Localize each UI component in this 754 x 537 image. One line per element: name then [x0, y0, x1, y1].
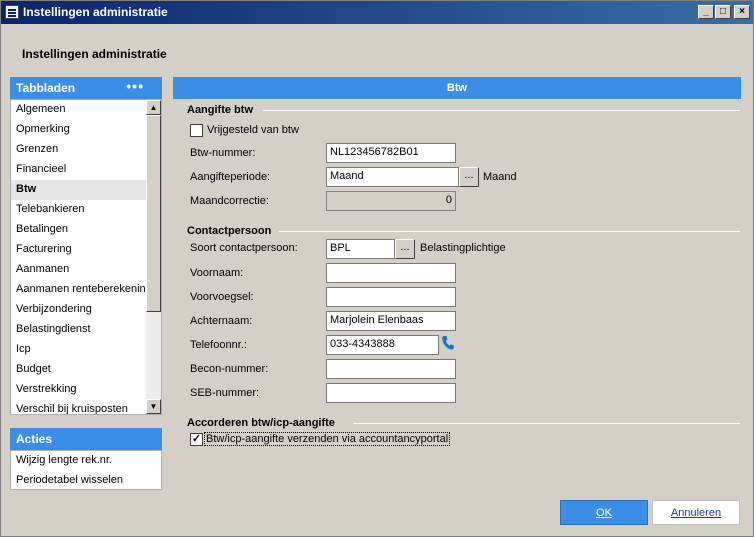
aangifte-divider	[263, 110, 740, 111]
voornaam-input[interactable]	[326, 263, 456, 283]
scroll-down-icon[interactable]: ▼	[146, 399, 161, 414]
settings-window: Instellingen administratie _ □ × Instell…	[0, 0, 754, 537]
aangifteperiode-input[interactable]: Maand	[326, 167, 459, 187]
contact-section-title: Contactpersoon	[187, 225, 272, 237]
tab-verbijzondering[interactable]: Verbijzondering	[11, 300, 147, 320]
contact-divider	[279, 231, 740, 232]
maandcorrectie-value: 0	[326, 191, 456, 211]
tab-verstrekking[interactable]: Verstrekking	[11, 380, 147, 400]
tab-list-scrollbar[interactable]: ▲ ▼	[146, 100, 161, 414]
tabs-panel-title: Tabbladen	[16, 81, 76, 95]
aangifteperiode-description: Maand	[483, 171, 517, 183]
vrijgesteld-checkbox[interactable]	[190, 124, 203, 137]
maandcorrectie-label: Maandcorrectie:	[190, 195, 269, 207]
ok-button[interactable]: OK	[560, 500, 648, 525]
minimize-button[interactable]: _	[698, 5, 714, 19]
tab-algemeen[interactable]: Algemeen	[11, 100, 147, 120]
achternaam-label: Achternaam:	[190, 315, 253, 327]
becon-input[interactable]	[326, 359, 456, 379]
tab-grenzen[interactable]: Grenzen	[11, 140, 147, 160]
tab-verschil-bij-kruisposten[interactable]: Verschil bij kruisposten	[11, 400, 147, 414]
tab-facturering[interactable]: Facturering	[11, 240, 147, 260]
scroll-thumb[interactable]	[146, 115, 161, 312]
soort-contactpersoon-label: Soort contactpersoon:	[190, 242, 298, 254]
seb-label: SEB-nummer:	[190, 387, 260, 399]
tab-opmerking[interactable]: Opmerking	[11, 120, 147, 140]
accorderen-divider	[353, 423, 740, 424]
aangifte-section-title: Aangifte btw	[187, 104, 253, 116]
telefoon-label: Telefoonnr.:	[190, 339, 247, 351]
portal-checkbox[interactable]: ✓	[190, 433, 203, 446]
action-wijzig-lengte[interactable]: Wijzig lengte rek.nr.	[11, 451, 161, 471]
actions-panel-header: Acties	[10, 428, 162, 450]
action-periodetabel[interactable]: Periodetabel wisselen	[11, 471, 161, 491]
cancel-button[interactable]: Annuleren	[652, 500, 740, 525]
tab-telebankieren[interactable]: Telebankieren	[11, 200, 147, 220]
app-icon	[5, 5, 19, 19]
phone-icon[interactable]	[441, 335, 455, 351]
scroll-up-icon[interactable]: ▲	[146, 100, 161, 115]
maximize-button[interactable]: □	[715, 5, 731, 19]
vrijgesteld-label: Vrijgesteld van btw	[207, 124, 299, 136]
page-title: Instellingen administratie	[22, 47, 167, 61]
tab-list: Algemeen Opmerking Grenzen Financieel Btw Tel…	[10, 99, 162, 415]
tab-betalingen[interactable]: Betalingen	[11, 220, 147, 240]
tab-aanmanen[interactable]: Aanmanen	[11, 260, 147, 280]
btw-nummer-label: Btw-nummer:	[190, 147, 256, 159]
title-bar[interactable]: Instellingen administratie _ □ ×	[1, 1, 753, 24]
tabs-panel-header: Tabbladen •••	[10, 77, 162, 99]
tab-budget[interactable]: Budget	[11, 360, 147, 380]
portal-label: Btw/icp-aangifte verzenden via accountan…	[203, 432, 451, 446]
soort-contactpersoon-lookup-button[interactable]: ...	[395, 239, 415, 259]
seb-input[interactable]	[326, 383, 456, 403]
voorvoegsel-label: Voorvoegsel:	[190, 291, 254, 303]
section-header: Btw	[173, 77, 741, 99]
ok-button-label: OK	[596, 507, 612, 519]
achternaam-input[interactable]: Marjolein Elenbaas	[326, 311, 456, 331]
voornaam-label: Voornaam:	[190, 267, 244, 279]
window-title: Instellingen administratie	[23, 5, 168, 19]
accorderen-section-title: Accorderen btw/icp-aangifte	[187, 417, 335, 429]
soort-contactpersoon-description: Belastingplichtige	[420, 242, 506, 254]
becon-label: Becon-nummer:	[190, 363, 269, 375]
btw-nummer-input[interactable]: NL123456782B01	[326, 143, 456, 163]
voorvoegsel-input[interactable]	[326, 287, 456, 307]
more-options-icon[interactable]: •••	[126, 78, 144, 94]
tab-aanmanen-renteberekening[interactable]: Aanmanen renteberekening	[11, 280, 147, 300]
actions-panel-title: Acties	[16, 432, 53, 446]
cancel-button-label: Annuleren	[670, 507, 722, 519]
close-button[interactable]: ×	[734, 5, 750, 19]
tab-icp[interactable]: Icp	[11, 340, 147, 360]
aangifteperiode-label: Aangifteperiode:	[190, 171, 271, 183]
tab-financieel[interactable]: Financieel	[11, 160, 147, 180]
telefoon-input[interactable]: 033-4343888	[326, 335, 439, 355]
tab-btw[interactable]: Btw	[11, 180, 147, 200]
soort-contactpersoon-input[interactable]: BPL	[326, 239, 395, 259]
tab-belastingdienst[interactable]: Belastingdienst	[11, 320, 147, 340]
actions-list: Wijzig lengte rek.nr. Periodetabel wisse…	[10, 450, 162, 490]
aangifteperiode-lookup-button[interactable]: ...	[459, 167, 479, 187]
